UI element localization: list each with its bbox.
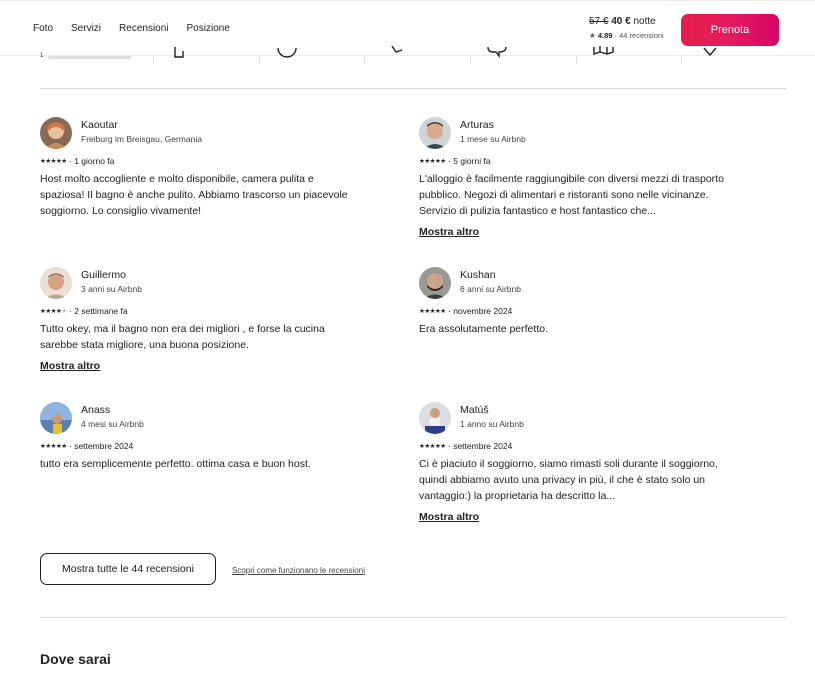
avatar[interactable]	[419, 267, 451, 299]
tag-icon	[703, 47, 717, 57]
nav-link-location[interactable]: Posizione	[187, 23, 230, 34]
user-photo-icon	[40, 402, 72, 434]
reviewer-name: Kaoutar	[81, 119, 118, 131]
review-date: 2 settimane fa	[74, 306, 128, 316]
star-rating: ★★★★★	[40, 308, 67, 315]
review-text: L'alloggio è facilmente raggiungibile co…	[419, 173, 724, 217]
review-date: settembre 2024	[74, 441, 134, 451]
avatar[interactable]	[40, 267, 72, 299]
user-photo-icon	[419, 267, 451, 299]
avatar[interactable]	[419, 402, 451, 434]
review-card: Anass 4 mesi su Airbnb ★★★★★ · settembre…	[40, 402, 370, 482]
rating-bar	[48, 56, 131, 59]
price-discounted: 40 €	[611, 16, 631, 27]
price-summary: 57 € 40 € notte ★ 4.89 · 44 recensioni	[589, 16, 664, 40]
category-cell	[154, 47, 260, 64]
reviewer-location: Freiburg im Breisgau, Germania	[81, 134, 202, 144]
category-cell	[682, 47, 786, 64]
key-icon	[391, 46, 403, 53]
reviewer-name: Guillermo	[81, 269, 126, 281]
location-section-title: Dove sarai	[40, 651, 111, 667]
category-cell: 1	[40, 53, 154, 64]
review-date: 5 giorni fa	[453, 156, 491, 166]
user-photo-icon	[40, 117, 72, 149]
category-cell	[365, 46, 471, 64]
reviewer-tenure: 1 anno su Airbnb	[460, 419, 524, 429]
avatar[interactable]	[419, 117, 451, 149]
star-icon: ★	[589, 31, 596, 40]
review-date: 1 giorno fa	[74, 156, 115, 166]
check-circle-icon	[277, 47, 297, 58]
show-all-reviews-button[interactable]: Mostra tutte le 44 recensioni	[40, 553, 216, 585]
how-reviews-work-link[interactable]: Scopri come funzionano le recensioni	[232, 566, 365, 575]
show-more-link[interactable]: Mostra altro	[40, 360, 100, 372]
nav-link-photos[interactable]: Foto	[33, 23, 53, 34]
category-ratings-strip: 1	[40, 46, 786, 89]
reviewer-name: Matúš	[460, 404, 489, 416]
category-cell	[577, 46, 682, 64]
rating-bar-label: 1	[40, 53, 44, 59]
chat-bubble-icon	[487, 46, 507, 59]
reviewer-name: Anass	[81, 404, 111, 416]
reserve-button[interactable]: Prenota	[681, 14, 779, 46]
category-cell	[471, 46, 577, 64]
review-date: settembre 2024	[453, 441, 513, 451]
star-rating: ★★★★★	[419, 443, 446, 450]
reviewer-tenure: 1 mese su Airbnb	[460, 134, 526, 144]
star-rating: ★★★★★	[40, 443, 67, 450]
reviews-count[interactable]: 44 recensioni	[619, 31, 664, 40]
avatar[interactable]	[40, 402, 72, 434]
review-meta: ★★★★★ · novembre 2024	[419, 306, 513, 316]
avatar[interactable]	[40, 117, 72, 149]
reviewer-tenure: 4 mesi su Airbnb	[81, 419, 144, 429]
show-more-link[interactable]: Mostra altro	[419, 511, 479, 523]
review-date: novembre 2024	[453, 306, 513, 316]
reviewer-tenure: 3 anni su Airbnb	[81, 284, 142, 294]
star-rating: ★★★★★	[40, 158, 67, 165]
review-card: Arturas 1 mese su Airbnb ★★★★★ · 5 giorn…	[419, 117, 749, 242]
review-card: Kushan 6 anni su Airbnb ★★★★★ · novembre…	[419, 267, 749, 347]
price-original: 57 €	[589, 16, 609, 27]
review-meta: ★★★★★ · settembre 2024	[40, 441, 134, 451]
review-card: Kaoutar Freiburg im Breisgau, Germania ★…	[40, 117, 370, 227]
rating-value: 4.89	[597, 31, 613, 40]
review-meta: ★★★★★ · 2 settimane fa	[40, 306, 128, 316]
review-text: Tutto okey, ma il bagno non era dei migl…	[40, 323, 325, 351]
review-meta: ★★★★★ · settembre 2024	[419, 441, 513, 451]
review-meta: ★★★★★ · 5 giorni fa	[419, 156, 491, 166]
spray-bottle-icon	[174, 47, 184, 58]
map-icon	[593, 46, 614, 55]
show-more-link[interactable]: Mostra altro	[419, 226, 479, 238]
user-photo-icon	[40, 267, 72, 299]
user-photo-icon	[419, 117, 451, 149]
star-rating: ★★★★★	[419, 158, 446, 165]
nav-link-amenities[interactable]: Servizi	[71, 23, 101, 34]
section-divider	[40, 617, 786, 618]
review-text: Ci è piaciuto il soggiorno, siamo rimast…	[419, 458, 718, 502]
review-meta: ★★★★★ · 1 giorno fa	[40, 156, 115, 166]
star-rating: ★★★★★	[419, 308, 446, 315]
reviewer-name: Arturas	[460, 119, 494, 131]
sticky-header: Foto Servizi Recensioni Posizione 57 € 4…	[0, 0, 815, 56]
reviewer-name: Kushan	[460, 269, 496, 281]
user-photo-icon	[419, 402, 451, 434]
review-text: tutto era semplicemente perfetto. ottima…	[40, 458, 311, 470]
review-text: Host molto accogliente e molto disponibi…	[40, 173, 348, 217]
review-card: Matúš 1 anno su Airbnb ★★★★★ · settembre…	[419, 402, 749, 527]
category-cell	[260, 47, 365, 64]
section-nav: Foto Servizi Recensioni Posizione	[33, 23, 248, 34]
nav-link-reviews[interactable]: Recensioni	[119, 23, 168, 34]
reviewer-tenure: 6 anni su Airbnb	[460, 284, 521, 294]
review-card: Guillermo 3 anni su Airbnb ★★★★★ · 2 set…	[40, 267, 370, 377]
review-text: Era assolutamente perfetto.	[419, 323, 548, 335]
price-unit: notte	[633, 16, 656, 27]
